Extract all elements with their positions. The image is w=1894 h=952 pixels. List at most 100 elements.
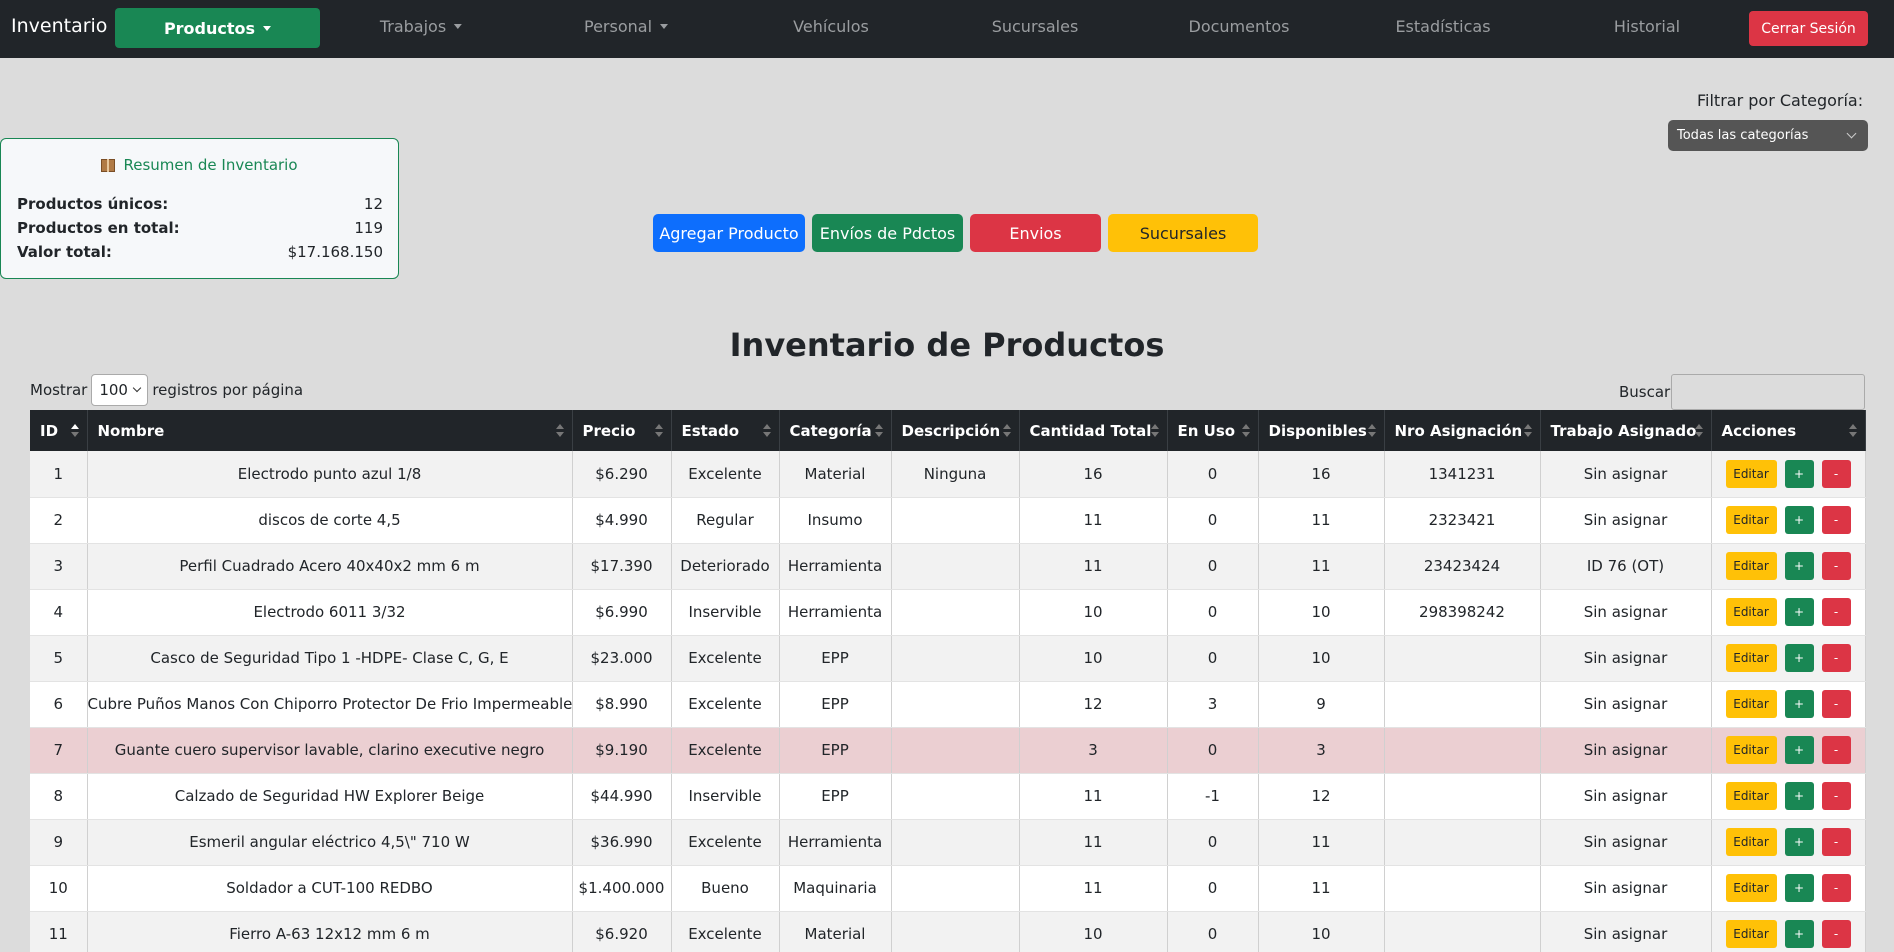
table-cell: 0	[1167, 451, 1259, 498]
row-actions: Editar + -	[1711, 451, 1866, 498]
increase-button[interactable]: +	[1784, 552, 1814, 580]
increase-button[interactable]: +	[1784, 874, 1814, 902]
row-actions: Editar + -	[1711, 819, 1866, 866]
nav-historial[interactable]: Historial	[1614, 17, 1680, 36]
decrease-button[interactable]: -	[1821, 552, 1851, 580]
decrease-button[interactable]: -	[1821, 828, 1851, 856]
decrease-button[interactable]: -	[1821, 874, 1851, 902]
page-size-select[interactable]: 100	[91, 374, 149, 406]
column-header-label: ID	[40, 421, 59, 440]
shipments-button[interactable]: Envios	[970, 214, 1101, 252]
category-filter-select[interactable]: Todas las categorías	[1668, 120, 1868, 151]
add-product-button[interactable]: Agregar Producto	[653, 214, 805, 252]
table-cell: 10	[1258, 911, 1385, 952]
inventory-summary-card: Resumen de Inventario Productos únicos: …	[0, 138, 399, 279]
table-cell: 10	[1258, 589, 1385, 636]
nav-productos-dropdown[interactable]: Productos	[115, 8, 320, 48]
edit-button[interactable]: Editar	[1725, 828, 1777, 856]
increase-button[interactable]: +	[1784, 920, 1814, 948]
decrease-button[interactable]: -	[1821, 506, 1851, 534]
sort-icon	[555, 424, 564, 438]
increase-button[interactable]: +	[1784, 644, 1814, 672]
nav-documentos[interactable]: Documentos	[1188, 17, 1289, 36]
nav-personal-dropdown[interactable]: Personal	[584, 17, 669, 36]
column-header[interactable]: Disponibles	[1258, 410, 1385, 451]
search-label: Buscar:	[1619, 383, 1676, 401]
edit-button[interactable]: Editar	[1725, 736, 1777, 764]
column-header[interactable]: Categoría	[779, 410, 892, 451]
table-cell: 10	[1019, 911, 1168, 952]
table-cell: EPP	[779, 727, 892, 774]
row-actions: Editar + -	[1711, 773, 1866, 820]
nav-sucursales[interactable]: Sucursales	[992, 17, 1079, 36]
increase-button[interactable]: +	[1784, 690, 1814, 718]
table-cell: Sin asignar	[1540, 451, 1712, 498]
nav-trabajos-dropdown[interactable]: Trabajos	[380, 17, 463, 36]
decrease-button[interactable]: -	[1821, 644, 1851, 672]
search-input[interactable]	[1671, 374, 1865, 410]
decrease-button[interactable]: -	[1821, 736, 1851, 764]
increase-button[interactable]: +	[1784, 598, 1814, 626]
decrease-button[interactable]: -	[1821, 690, 1851, 718]
table-header-row: ID Nombre Precio Estado Categoría Descripción…	[30, 410, 1866, 451]
table-cell: Sin asignar	[1540, 727, 1712, 774]
sort-icon	[1367, 424, 1376, 438]
table-body: 1 Electrodo punto azul 1/8 $6.290 Excelente…	[30, 451, 1866, 952]
table-cell: Excelente	[671, 635, 780, 682]
table-cell: 16	[1019, 451, 1168, 498]
edit-button[interactable]: Editar	[1725, 690, 1777, 718]
summary-unique-value: 12	[363, 195, 383, 213]
table-cell: $9.190	[572, 727, 672, 774]
table-cell: 11	[1258, 865, 1385, 912]
decrease-button[interactable]: -	[1821, 920, 1851, 948]
column-header[interactable]: Trabajo Asignado	[1540, 410, 1712, 451]
decrease-button[interactable]: -	[1821, 782, 1851, 810]
column-header[interactable]: ID	[30, 410, 88, 451]
edit-button[interactable]: Editar	[1725, 598, 1777, 626]
table-cell: Material	[779, 911, 892, 952]
table-cell: 2323421	[1384, 497, 1541, 544]
edit-button[interactable]: Editar	[1725, 459, 1777, 488]
column-header[interactable]: Cantidad Total	[1019, 410, 1168, 451]
decrease-button[interactable]: -	[1821, 598, 1851, 626]
column-header[interactable]: Estado	[671, 410, 780, 451]
edit-button[interactable]: Editar	[1725, 506, 1777, 534]
increase-button[interactable]: +	[1784, 459, 1814, 488]
increase-button[interactable]: +	[1784, 506, 1814, 534]
table-cell: Excelente	[671, 727, 780, 774]
branches-button[interactable]: Sucursales	[1108, 214, 1258, 252]
row-actions: Editar + -	[1711, 589, 1866, 636]
edit-button[interactable]: Editar	[1725, 874, 1777, 902]
table-cell: Excelente	[671, 911, 780, 952]
edit-button[interactable]: Editar	[1725, 552, 1777, 580]
increase-button[interactable]: +	[1784, 736, 1814, 764]
nav-vehiculos[interactable]: Vehículos	[793, 17, 869, 36]
column-header[interactable]: Nombre	[87, 410, 573, 451]
table-cell: 11	[30, 911, 88, 952]
column-header[interactable]: En Uso	[1167, 410, 1259, 451]
brand[interactable]: Inventario	[11, 15, 107, 37]
summary-unique-row: Productos únicos: 12	[17, 195, 383, 213]
table-row: 6 Cubre Puños Manos Con Chiporro Protecto…	[30, 681, 1866, 728]
nav-estadisticas[interactable]: Estadísticas	[1395, 17, 1490, 36]
logout-button[interactable]: Cerrar Sesión	[1749, 11, 1868, 46]
column-header[interactable]: Descripción	[891, 410, 1020, 451]
column-header[interactable]: Acciones	[1711, 410, 1866, 451]
increase-button[interactable]: +	[1784, 828, 1814, 856]
table-cell: 6	[30, 681, 88, 728]
sort-icon	[762, 424, 771, 438]
edit-button[interactable]: Editar	[1725, 644, 1777, 672]
table-cell	[891, 543, 1020, 590]
edit-button[interactable]: Editar	[1725, 920, 1777, 948]
table-cell: 11	[1019, 773, 1168, 820]
decrease-button[interactable]: -	[1821, 459, 1851, 488]
increase-button[interactable]: +	[1784, 782, 1814, 810]
caret-down-icon	[454, 24, 463, 29]
table-cell: $6.920	[572, 911, 672, 952]
column-header[interactable]: Precio	[572, 410, 672, 451]
column-header[interactable]: Nro Asignación	[1384, 410, 1541, 451]
table-cell: 0	[1167, 865, 1259, 912]
edit-button[interactable]: Editar	[1725, 782, 1777, 810]
product-shipments-button[interactable]: Envíos de Pdctos	[812, 214, 963, 252]
table-cell: $23.000	[572, 635, 672, 682]
